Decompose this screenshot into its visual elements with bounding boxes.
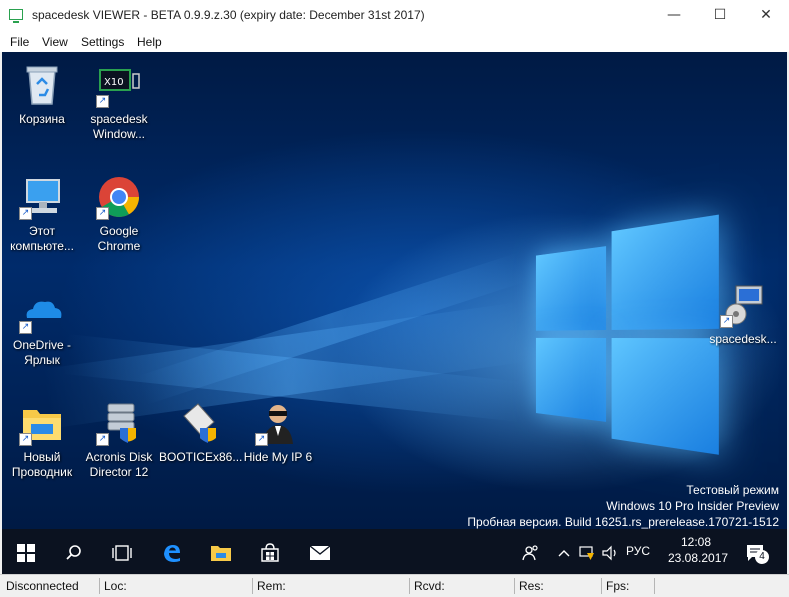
- clock[interactable]: 12:08 23.08.2017: [668, 534, 729, 566]
- menu-settings[interactable]: Settings: [81, 35, 124, 49]
- taskbar-explorer-button[interactable]: [201, 529, 241, 574]
- window-title: spacedesk VIEWER - BETA 0.9.9.z.30 (expi…: [32, 8, 425, 22]
- shortcut-arrow-icon: ↗: [255, 433, 268, 446]
- shortcut-arrow-icon: ↗: [96, 207, 109, 220]
- shortcut-arrow-icon: ↗: [720, 315, 733, 328]
- this-pc-icon: ↗: [19, 174, 65, 220]
- desktop-icon-onedrive[interactable]: ↗ OneDrive - Ярлык: [2, 288, 82, 368]
- spacedesk-installer-icon: ↗: [720, 282, 766, 328]
- task-view-button[interactable]: [102, 529, 142, 574]
- icon-label: Hide My IP 6: [243, 450, 313, 464]
- desktop-icon-acronis[interactable]: ↗ Acronis Disk Director 12: [79, 400, 159, 480]
- icon-label: Новый Проводник: [11, 450, 73, 479]
- status-res: Res:: [514, 578, 600, 594]
- hide-my-ip-icon: ↗: [255, 400, 301, 446]
- taskbar-store-button[interactable]: [250, 529, 290, 574]
- watermark-test-mode: Тестовый режим: [686, 483, 779, 497]
- taskbar-edge-button[interactable]: [152, 529, 192, 574]
- search-button[interactable]: [54, 529, 94, 574]
- taskbar-mail-button[interactable]: [300, 529, 340, 574]
- logo-pane: [535, 246, 607, 331]
- watermark-build: Пробная версия. Build 16251.rs_prereleas…: [467, 515, 779, 529]
- spacedesk-logo-text: X10: [104, 77, 124, 88]
- status-rem: Rem:: [252, 578, 408, 594]
- menu-bar: File View Settings Help: [0, 32, 789, 52]
- close-button[interactable]: ✕: [743, 0, 789, 31]
- task-view-icon: [112, 544, 132, 561]
- icon-label: Этот компьюте...: [10, 224, 74, 253]
- logo-pane: [535, 337, 607, 422]
- people-button[interactable]: [516, 529, 546, 574]
- desktop-icon-explorer[interactable]: ↗ Новый Проводник: [2, 400, 82, 480]
- chevron-up-icon: [558, 549, 570, 556]
- desktop-icon-hide-my-ip[interactable]: ↗ Hide My IP 6: [238, 400, 318, 465]
- icon-label: OneDrive - Ярлык: [12, 338, 71, 367]
- menu-help[interactable]: Help: [137, 35, 162, 49]
- menu-view[interactable]: View: [42, 35, 68, 49]
- windows-logo: [523, 214, 719, 460]
- clock-time: 12:08: [680, 535, 712, 549]
- icon-label: Acronis Disk Director 12: [85, 450, 153, 479]
- store-icon: [261, 542, 279, 562]
- logo-pane: [611, 338, 719, 455]
- search-icon: [66, 544, 81, 560]
- desktop-icon-bootice[interactable]: BOOTICEx86...: [159, 400, 243, 465]
- shortcut-arrow-icon: ↗: [19, 433, 32, 446]
- connection-status: Disconnected: [6, 579, 79, 593]
- spacedesk-app-icon: [9, 9, 23, 23]
- icon-label: Google Chrome: [97, 224, 141, 253]
- input-language-indicator[interactable]: РУС: [626, 529, 650, 574]
- status-bar: Disconnected Loc: Rem: Rcvd: Res: Fps:: [0, 574, 789, 597]
- start-button[interactable]: [6, 529, 46, 574]
- desktop-icon-this-pc[interactable]: ↗ Этот компьюте...: [2, 174, 82, 254]
- recycle-bin-icon: [19, 62, 65, 108]
- volume-tray-button[interactable]: [599, 529, 621, 574]
- show-hidden-icons-button[interactable]: [554, 529, 574, 574]
- icon-label: Корзина: [19, 112, 65, 126]
- status-loc: Loc:: [99, 578, 251, 594]
- icon-label: BOOTICEx86...: [159, 450, 243, 464]
- people-icon: [522, 544, 538, 560]
- desktop-icon-chrome[interactable]: ↗ Google Chrome: [79, 174, 159, 254]
- taskbar: РУС 12:08 23.08.2017 4: [2, 529, 787, 574]
- status-empty: [654, 578, 787, 594]
- action-center-button[interactable]: 4: [738, 529, 774, 574]
- network-warning-icon: [579, 545, 594, 560]
- network-tray-button[interactable]: [576, 529, 598, 574]
- bootice-icon: [176, 400, 222, 446]
- windows-start-icon: [17, 543, 35, 562]
- desktop-icon-recycle-bin[interactable]: Корзина: [2, 62, 82, 127]
- onedrive-icon: ↗: [19, 288, 65, 334]
- minimize-button[interactable]: —: [651, 0, 697, 31]
- desktop-icon-spacedesk[interactable]: X10 ↗ spacedesk Window...: [79, 62, 159, 142]
- icon-label: spacedesk...: [709, 332, 777, 346]
- spacedesk-icon: X10 ↗: [96, 62, 142, 108]
- watermark-edition: Windows 10 Pro Insider Preview: [606, 499, 779, 513]
- title-bar[interactable]: spacedesk VIEWER - BETA 0.9.9.z.30 (expi…: [0, 0, 789, 33]
- edge-icon: [164, 544, 180, 562]
- desktop-icon-spacedesk-installer[interactable]: ↗ spacedesk...: [703, 282, 783, 347]
- mail-icon: [309, 544, 331, 560]
- icon-label: spacedesk Window...: [90, 112, 148, 141]
- status-fps: Fps:: [601, 578, 653, 594]
- remote-desktop-view[interactable]: Корзина X10 ↗ spacedesk Window... ↗ Этот к: [2, 52, 787, 529]
- notification-count-badge: 4: [755, 550, 769, 564]
- menu-file[interactable]: File: [10, 35, 29, 49]
- speaker-icon: [602, 545, 616, 560]
- shortcut-arrow-icon: ↗: [19, 207, 32, 220]
- clock-date: 23.08.2017: [668, 551, 729, 565]
- chrome-icon: ↗: [96, 174, 142, 220]
- acronis-icon: ↗: [96, 400, 142, 446]
- status-rcvd: Rcvd:: [409, 578, 513, 594]
- maximize-button[interactable]: ☐: [697, 0, 743, 31]
- folder-icon: ↗: [19, 400, 65, 446]
- file-explorer-icon: [211, 545, 231, 561]
- shortcut-arrow-icon: ↗: [19, 321, 32, 334]
- shortcut-arrow-icon: ↗: [96, 95, 109, 108]
- shortcut-arrow-icon: ↗: [96, 433, 109, 446]
